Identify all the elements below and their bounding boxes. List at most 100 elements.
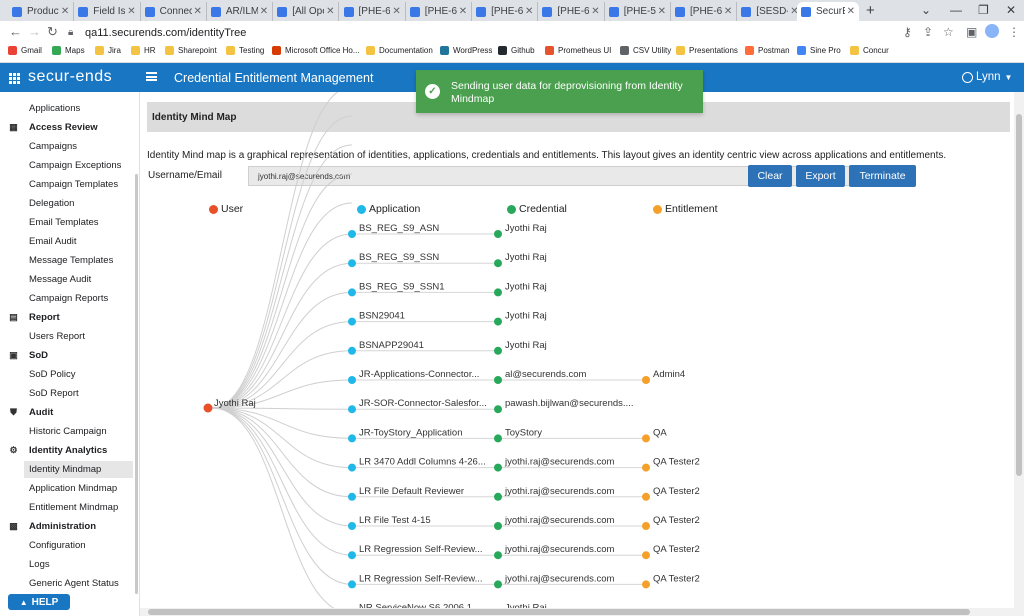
browser-tab[interactable]: [PHE-64✕	[406, 2, 473, 21]
sidebar-item-campaign-templates[interactable]: Campaign Templates	[29, 179, 118, 190]
sidebar-item-email-audit[interactable]: Email Audit	[29, 236, 77, 247]
sidebar-item-campaign-exceptions[interactable]: Campaign Exceptions	[29, 160, 121, 171]
horizontal-scroll-thumb[interactable]	[148, 609, 970, 615]
browser-tab[interactable]: Product ✕	[8, 2, 75, 21]
sidepanel-icon[interactable]: ▣	[966, 25, 977, 39]
minimize-icon[interactable]: —	[950, 3, 962, 17]
sidebar-item-sod-policy[interactable]: SoD Policy	[29, 369, 75, 380]
apps-grid-icon[interactable]	[9, 73, 20, 84]
profile-avatar[interactable]	[985, 24, 999, 38]
browser-tab[interactable]: [SESD-7✕	[737, 2, 804, 21]
sidebar-section-sod[interactable]: ▣ SoD	[9, 350, 48, 361]
tab-close-icon[interactable]: ✕	[658, 6, 666, 17]
user-menu[interactable]: Lynn ▼	[962, 71, 1012, 83]
tab-close-icon[interactable]: ✕	[194, 6, 202, 17]
bookmark-item[interactable]: Microsoft Office Ho...	[272, 46, 360, 55]
bookmark-item[interactable]: Github	[498, 46, 535, 55]
sidebar-item-delegation[interactable]: Delegation	[29, 198, 74, 209]
application-node	[348, 434, 356, 443]
tab-close-icon[interactable]: ✕	[525, 6, 533, 17]
sidebar-item-message-audit[interactable]: Message Audit	[29, 274, 91, 285]
browser-tab[interactable]: Connec ✕	[141, 2, 207, 21]
tab-close-icon[interactable]: ✕	[591, 6, 599, 17]
application-label: BS_REG_S9_SSN1	[359, 281, 445, 292]
bookmark-item[interactable]: Postman	[745, 46, 790, 55]
sidebar-item-campaign-reports[interactable]: Campaign Reports	[29, 293, 108, 304]
hamburger-menu-icon[interactable]	[146, 72, 157, 81]
sidebar-item-sod-report[interactable]: SoD Report	[29, 388, 79, 399]
new-tab-button[interactable]: +	[866, 2, 875, 19]
bookmark-item[interactable]: HR	[131, 46, 156, 55]
browser-tab[interactable]: [PHE-51✕	[605, 2, 671, 21]
kebab-menu-icon[interactable]: ⋮	[1008, 25, 1020, 39]
sidebar-item-generic-agent-status[interactable]: Generic Agent Status	[29, 578, 119, 589]
sidebar-section-identity-analytics[interactable]: ⚙ Identity Analytics	[9, 445, 107, 456]
sidebar-item-identity-mindmap[interactable]: Identity Mindmap	[29, 464, 101, 475]
bookmark-item[interactable]: Jira	[95, 46, 121, 55]
sidebar-item-campaigns[interactable]: Campaigns	[29, 141, 77, 152]
sidebar-section-administration[interactable]: ▩ Administration	[9, 521, 96, 532]
bookmark-item[interactable]: Presentations	[676, 46, 738, 55]
credential-node	[494, 346, 502, 355]
tab-close-icon[interactable]: ✕	[326, 6, 334, 17]
sidebar-item-application-mindmap[interactable]: Application Mindmap	[29, 483, 117, 494]
sidebar-scrollbar[interactable]	[135, 174, 138, 594]
sidebar-item-applications[interactable]: Applications	[29, 103, 80, 114]
lock-icon[interactable]: 🔒︎	[68, 27, 73, 38]
sidebar-section-report[interactable]: ▤ Report	[9, 312, 59, 323]
bookmark-item[interactable]: Maps	[52, 46, 85, 55]
sidebar-section-audit[interactable]: ⛊ Audit	[9, 407, 53, 418]
help-button[interactable]: ▲ HELP	[8, 594, 70, 610]
tree-link	[211, 92, 340, 409]
sidebar-section-access-review[interactable]: ▦ Access Review	[9, 122, 97, 133]
tab-close-icon[interactable]: ✕	[127, 6, 135, 17]
vertical-scroll-thumb[interactable]	[1016, 114, 1022, 476]
sidebar-item-configuration[interactable]: Configuration	[29, 540, 86, 551]
sidebar-item-message-templates[interactable]: Message Templates	[29, 255, 113, 266]
sidebar-item-historic-campaign[interactable]: Historic Campaign	[29, 426, 107, 437]
url-field[interactable]: qa11.securends.com/identityTree	[85, 27, 246, 39]
browser-tab[interactable]: [PHE-64✕	[538, 2, 605, 21]
bookmark-item[interactable]: Documentation	[366, 46, 433, 55]
tab-search-icon[interactable]: ⌄	[921, 3, 931, 17]
entitlement-label: QA Tester2	[653, 544, 700, 555]
browser-tab[interactable]: AR/ILM ✕	[207, 2, 274, 21]
bookmark-item[interactable]: Sharepoint	[165, 46, 217, 55]
tab-close-icon[interactable]: ✕	[847, 6, 855, 17]
sidebar-item-email-templates[interactable]: Email Templates	[29, 217, 99, 228]
bookmark-icon	[226, 46, 235, 55]
tab-close-icon[interactable]: ✕	[260, 6, 268, 17]
browser-tab[interactable]: [PHE-61✕	[340, 2, 406, 21]
browser-tab[interactable]: Field Iss✕	[74, 2, 141, 21]
close-window-icon[interactable]: ✕	[1006, 3, 1016, 17]
sidebar-item-logs[interactable]: Logs	[29, 559, 50, 570]
restore-icon[interactable]: ❐	[978, 3, 989, 17]
browser-tab[interactable]: [All Ope✕	[273, 2, 340, 21]
browser-tab[interactable]: [PHE-69✕	[472, 2, 539, 21]
credential-label: pawash.bijlwan@securends....	[505, 398, 633, 409]
tab-title: [PHE-64	[424, 6, 457, 17]
star-icon[interactable]: ☆	[943, 25, 954, 39]
tab-close-icon[interactable]: ✕	[61, 6, 69, 17]
bookmark-item[interactable]: Testing	[226, 46, 264, 55]
tree-link	[211, 173, 353, 409]
application-node	[348, 522, 356, 530]
tab-close-icon[interactable]: ✕	[459, 6, 467, 17]
browser-tab[interactable]: SecurEn✕	[797, 2, 859, 21]
sidebar-item-entitlement-mindmap[interactable]: Entitlement Mindmap	[29, 502, 118, 513]
bookmark-item[interactable]: Prometheus UI	[545, 46, 611, 55]
tab-close-icon[interactable]: ✕	[724, 6, 732, 17]
forward-icon[interactable]: →	[28, 24, 41, 39]
sidebar-item-users-report[interactable]: Users Report	[29, 331, 85, 342]
browser-tab[interactable]: [PHE-68✕	[671, 2, 738, 21]
reload-icon[interactable]: ↻	[47, 24, 58, 40]
bookmark-item[interactable]: Sine Pro	[797, 46, 841, 55]
back-icon[interactable]: ←	[9, 24, 22, 39]
tab-close-icon[interactable]: ✕	[392, 6, 400, 17]
bookmark-item[interactable]: Gmail	[8, 46, 42, 55]
key-icon[interactable]: ⚷	[903, 25, 912, 39]
bookmark-item[interactable]: Concur	[850, 46, 889, 55]
bookmark-item[interactable]: CSV Utility	[620, 46, 671, 55]
share-icon[interactable]: ⇪	[923, 25, 933, 39]
bookmark-item[interactable]: WordPress	[440, 46, 492, 55]
